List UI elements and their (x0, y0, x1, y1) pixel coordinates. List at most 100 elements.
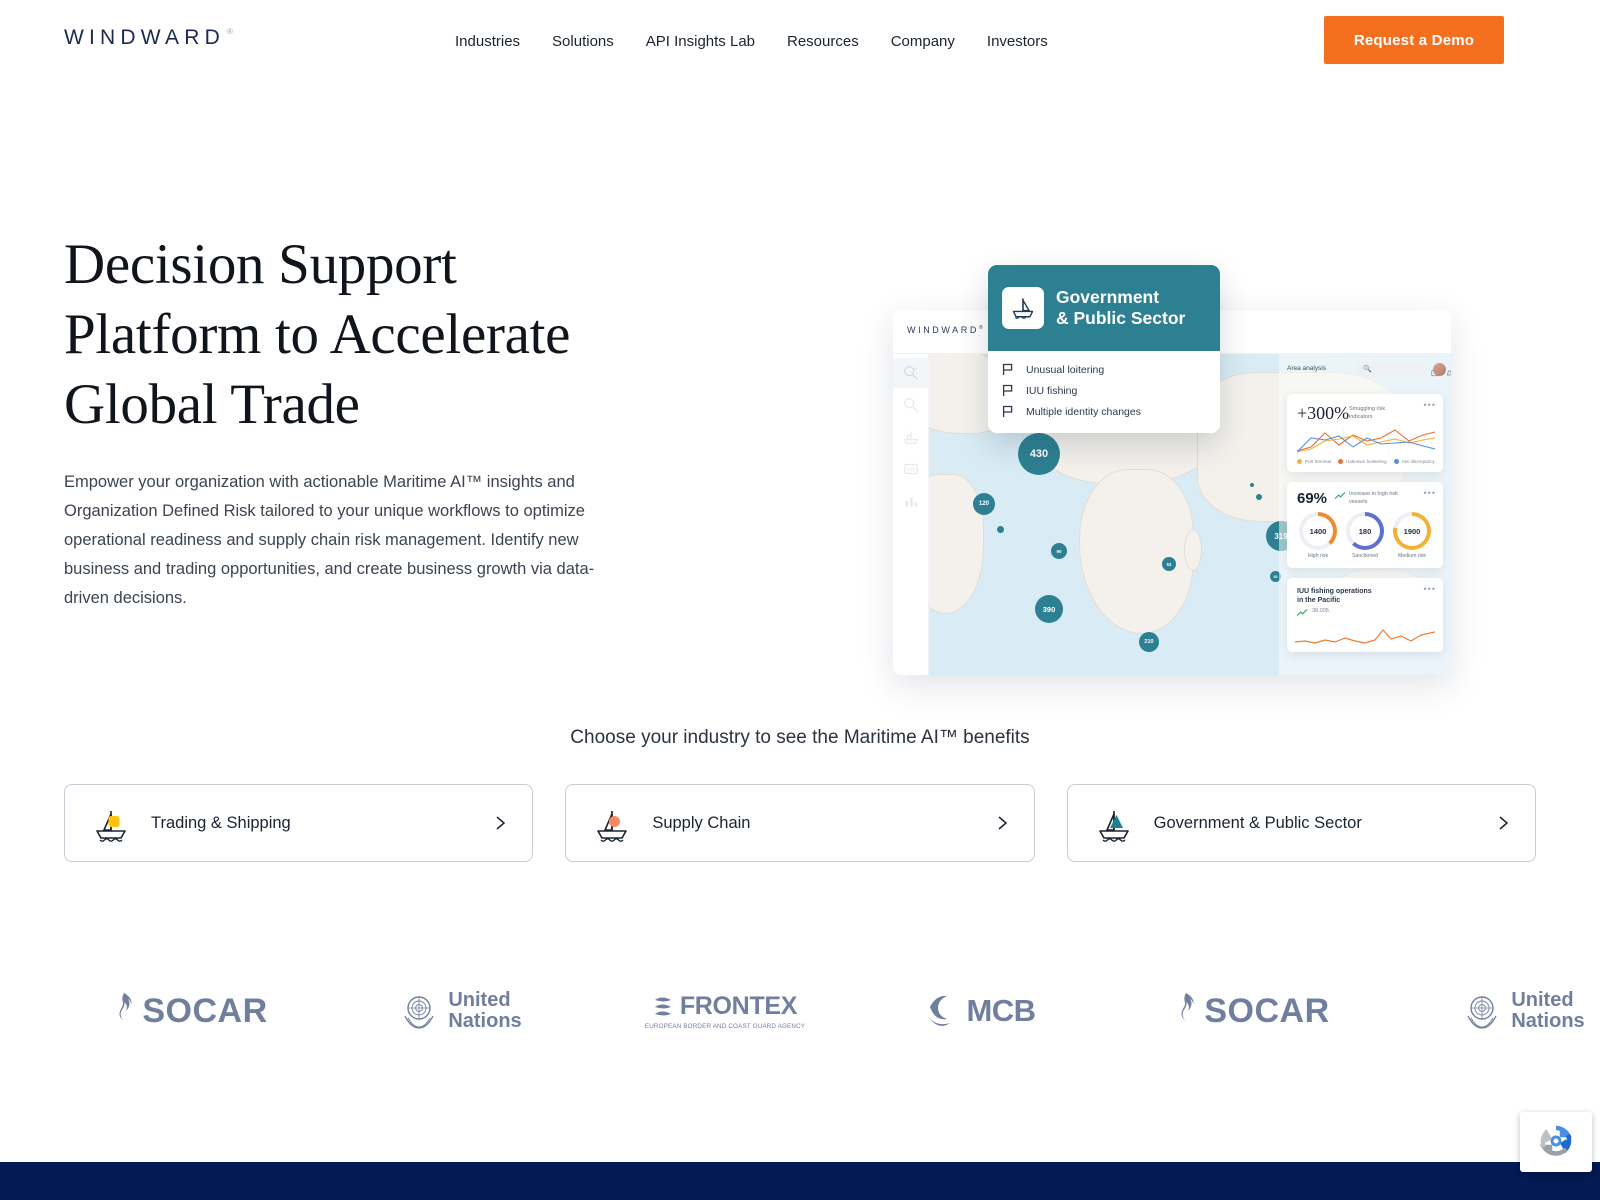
donut-caption: Medium risk (1398, 553, 1426, 559)
map-bubble[interactable]: 390 (1035, 595, 1063, 623)
svg-text:+: + (914, 365, 918, 372)
industry-card-government-public-sector[interactable]: Government & Public Sector (1066, 784, 1536, 862)
vessel-round-sail-icon (597, 811, 628, 842)
government-sector-callout[interactable]: Government & Public Sector Unusual loite… (988, 265, 1220, 433)
mcb-wordmark: MCB (966, 993, 1036, 1028)
bar-chart-icon[interactable] (902, 492, 920, 510)
un-line-2: Nations (448, 1010, 522, 1032)
map-bubble[interactable]: 90 (1051, 543, 1067, 559)
nav-item-industries[interactable]: Industries (455, 31, 520, 53)
logo-frontex: FRONTEX EUROPEAN BORDER AND COAST GUARD … (600, 975, 850, 1047)
smuggling-label: Smuggling risk indicators (1349, 406, 1386, 420)
dashboard-brand: WINDWARD® (907, 325, 985, 335)
donut-high-risk: 1400 (1299, 512, 1337, 550)
nav-item-investors[interactable]: Investors (987, 31, 1048, 53)
map-bubble-value: 210 (1144, 639, 1154, 645)
mcb-wave-icon (928, 995, 951, 1026)
search-icon[interactable]: + (902, 364, 920, 382)
map-bubble[interactable]: 120 (973, 493, 995, 515)
avatar[interactable] (1433, 363, 1446, 376)
iuu-title-line-2: in the Pacific (1297, 597, 1341, 604)
list-item[interactable]: Unusual loitering (1002, 363, 1206, 376)
chevron-right-icon (1499, 816, 1509, 830)
iuu-trend-value: 38,005 (1312, 608, 1329, 614)
industry-card-label: Trading & Shipping (151, 813, 291, 832)
callout-items: Unusual loitering IUU fishing Multiple i… (988, 351, 1220, 418)
map-bubble[interactable]: 430 (1018, 433, 1060, 475)
brand-registered-mark: ® (226, 27, 233, 36)
donut-caption: High risk (1307, 553, 1329, 559)
page-title: Decision Support Platform to Accelerate … (64, 230, 684, 440)
socar-flame-icon (1181, 993, 1194, 1020)
industry-card-trading-shipping[interactable]: Trading & Shipping (64, 784, 534, 862)
callout-header: Government & Public Sector (988, 265, 1220, 351)
search-icon: 🔍 (1363, 366, 1372, 373)
hero-title-line-2: Platform to Accelerate (64, 303, 571, 366)
industry-cards: Trading & Shipping Supply Chain Governme… (64, 784, 1536, 862)
vessel-icon[interactable] (902, 428, 920, 446)
list-item-label: Unusual loitering (1026, 363, 1105, 376)
nav-item-solutions[interactable]: Solutions (552, 31, 614, 53)
customer-logo-strip: SOCAR United Nations FRONTEX EUROPEAN BO… (0, 975, 1600, 1047)
list-item[interactable]: IUU fishing (1002, 384, 1206, 397)
brand-logo[interactable]: WINDWARD ® (64, 26, 233, 50)
widget-menu-icon[interactable]: ••• (1424, 400, 1436, 410)
frontex-subtitle: EUROPEAN BORDER AND COAST GUARD AGENCY (644, 1023, 806, 1030)
recaptcha-badge[interactable] (1520, 1112, 1592, 1172)
footer-bar (0, 1162, 1600, 1200)
legend-swatch (1338, 459, 1344, 464)
vessel-triangle-sail-icon (1098, 811, 1129, 842)
logo-socar: SOCAR (60, 975, 320, 1047)
industry-card-label: Supply Chain (652, 813, 751, 832)
card-icon[interactable] (902, 460, 920, 478)
flag-icon (1002, 405, 1013, 417)
widget-menu-icon[interactable]: ••• (1424, 584, 1436, 594)
nav-item-resources[interactable]: Resources (787, 31, 859, 53)
map-bubble[interactable]: 53 (1162, 557, 1176, 571)
iuu-fishing-widget[interactable]: ••• IUU fishing operations in the Pacifi… (1287, 578, 1443, 652)
map-bubble[interactable]: 210 (1139, 632, 1159, 652)
map-bubble-small[interactable] (1250, 483, 1254, 487)
map-bubble-small[interactable] (1256, 494, 1262, 500)
legend-item: Unknown bunkering (1338, 459, 1387, 464)
vessel-icon (1002, 287, 1044, 329)
industry-picker-heading: Choose your industry to see the Maritime… (570, 727, 1030, 748)
chevron-right-icon (496, 816, 506, 830)
industry-card-supply-chain[interactable]: Supply Chain (565, 784, 1035, 862)
analytics-topbar: Area analysis 🔍 (1279, 354, 1451, 386)
high-risk-widget[interactable]: ••• 69% Increase in high risk vessels 14… (1287, 482, 1443, 568)
donut-medium-risk: 1900 (1393, 512, 1431, 550)
map-bubble-value: 120 (978, 501, 989, 507)
smuggling-legend: Port terminal Unknown bunkering AIS disc… (1297, 459, 1435, 464)
socar-flame-icon (119, 993, 132, 1020)
donut-value: 180 (1358, 526, 1372, 536)
frontex-wordmark: FRONTEX (679, 992, 798, 1020)
donut-sanctioned: 180 (1346, 512, 1384, 550)
map-bubble-small[interactable] (997, 526, 1004, 533)
un-line-1: United (1511, 989, 1574, 1011)
list-item[interactable]: Multiple identity changes (1002, 405, 1206, 418)
request-demo-button[interactable]: Request a Demo (1324, 16, 1504, 64)
callout-title-line-2: & Public Sector (1056, 308, 1186, 328)
flag-icon (1002, 363, 1013, 375)
legend-swatch (1393, 459, 1399, 464)
site-header: WINDWARD ® Industries Solutions API Insi… (0, 0, 1600, 82)
search-add-icon[interactable] (902, 396, 920, 414)
chevron-right-icon (998, 816, 1007, 830)
hero-section: Decision Support Platform to Accelerate … (0, 82, 1600, 702)
map-bubble-value: 53 (1166, 561, 1172, 567)
landmass-madagascar (1184, 529, 1202, 571)
donut-caption: Sanctioned (1352, 553, 1378, 559)
main-navigation: Industries Solutions API Insights Lab Re… (455, 31, 1048, 53)
smuggling-line-chart (1297, 427, 1435, 455)
frontex-waves-icon (654, 997, 671, 1015)
trend-up-icon (1297, 609, 1308, 617)
donut-value: 1400 (1309, 526, 1327, 536)
smuggling-risk-widget[interactable]: ••• +300% Smuggling risk indicators Port… (1287, 394, 1443, 472)
legend-label: Port terminal (1305, 459, 1332, 464)
nav-item-api-insights-lab[interactable]: API Insights Lab (646, 31, 755, 53)
logo-socar: SOCAR (1122, 975, 1382, 1047)
nav-item-company[interactable]: Company (891, 31, 955, 53)
callout-title-line-1: Government (1056, 287, 1160, 307)
widget-menu-icon[interactable]: ••• (1424, 488, 1436, 498)
